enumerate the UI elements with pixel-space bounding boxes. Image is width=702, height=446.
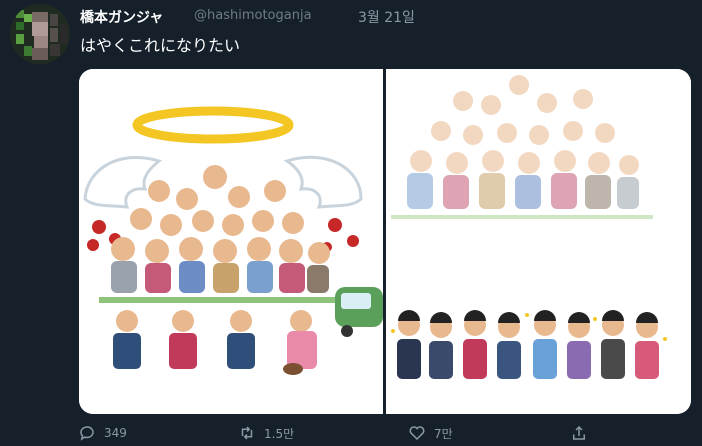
share-icon <box>573 425 585 440</box>
share-button[interactable] <box>570 424 588 442</box>
reply-count: 349 <box>104 426 127 440</box>
reply-button[interactable]: 349 <box>78 424 127 442</box>
left-illustration[interactable] <box>79 69 383 414</box>
author-handle[interactable]: @hashimotoganja <box>194 8 312 23</box>
retweet-icon <box>241 426 253 440</box>
author-name[interactable]: 橋本ガンジャ <box>80 7 163 27</box>
tweet-date[interactable]: 3월 21일 <box>358 7 415 27</box>
media-divider <box>383 69 386 414</box>
tweet-text: はやくこれになりたい <box>80 36 241 55</box>
like-count: 7만 <box>434 426 453 441</box>
heart-icon <box>409 426 425 441</box>
avatar-image <box>10 4 70 64</box>
right-illustration[interactable] <box>386 69 691 414</box>
retweet-button[interactable]: 1.5만 <box>238 424 294 442</box>
reply-icon <box>80 426 94 441</box>
retweet-count: 1.5만 <box>264 426 295 441</box>
like-button[interactable]: 7만 <box>408 424 453 442</box>
avatar[interactable] <box>10 4 70 64</box>
tweet-actions: 349 1.5만 7만 <box>0 424 702 446</box>
faded-platform <box>391 215 653 219</box>
tweet-media[interactable] <box>79 69 691 414</box>
platform <box>99 297 369 303</box>
